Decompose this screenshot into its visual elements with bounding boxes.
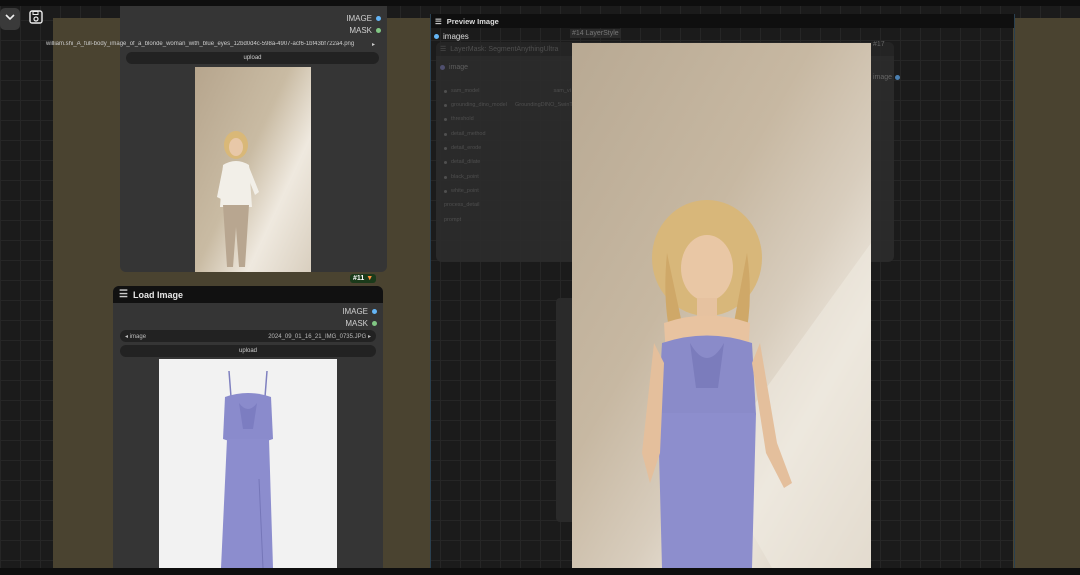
image-preview-dress xyxy=(159,359,337,568)
upload-button[interactable]: upload xyxy=(120,345,376,357)
output-mask[interactable]: MASK xyxy=(345,319,377,328)
menu-button[interactable] xyxy=(0,8,20,30)
fox-icon: ▼ xyxy=(366,275,374,282)
result-image xyxy=(572,43,871,568)
output-image[interactable]: IMAGE xyxy=(346,14,381,23)
chevron-down-icon xyxy=(4,10,16,28)
node-title-bar[interactable]: ☰ Load Image xyxy=(113,286,383,303)
hamburger-menu-icon[interactable]: ☰ xyxy=(119,289,128,300)
node-id-badge: #11 ▼ xyxy=(350,274,377,283)
arrow-right-icon[interactable]: ▸ xyxy=(368,334,371,340)
input-images[interactable]: images xyxy=(434,32,469,41)
image-selector[interactable]: ◂ image 2024_09_01_16_21_IMG_0735.JPG ▸ xyxy=(120,330,376,342)
arrow-right-icon[interactable]: ▸ xyxy=(372,41,375,48)
image-preview-top xyxy=(195,67,311,272)
upload-button[interactable]: upload xyxy=(126,52,379,64)
group-right xyxy=(1013,18,1080,568)
output-image[interactable]: IMAGE xyxy=(342,307,377,316)
image-selector-top[interactable]: william.shi_A_full-body_image_of_a_blond… xyxy=(41,38,380,50)
image-output-dot[interactable] xyxy=(376,16,381,21)
image-input-dot[interactable] xyxy=(434,34,439,39)
hamburger-menu-icon[interactable]: ☰ xyxy=(435,17,442,26)
output-mask[interactable]: MASK xyxy=(349,26,381,35)
mask-output-dot[interactable] xyxy=(372,321,377,326)
node-title-bar[interactable]: ☰ Preview Image xyxy=(431,14,1014,28)
arrow-left-icon[interactable]: ◂ xyxy=(125,334,128,340)
save-button[interactable] xyxy=(26,8,46,30)
floppy-disk-icon xyxy=(28,9,44,30)
bottom-bar xyxy=(0,568,1080,575)
load-image-node[interactable]: ☰ Load Image IMAGE MASK ◂ image 2024_09_… xyxy=(113,286,383,568)
mask-output-dot[interactable] xyxy=(376,28,381,33)
image-output-dot[interactable] xyxy=(372,309,377,314)
